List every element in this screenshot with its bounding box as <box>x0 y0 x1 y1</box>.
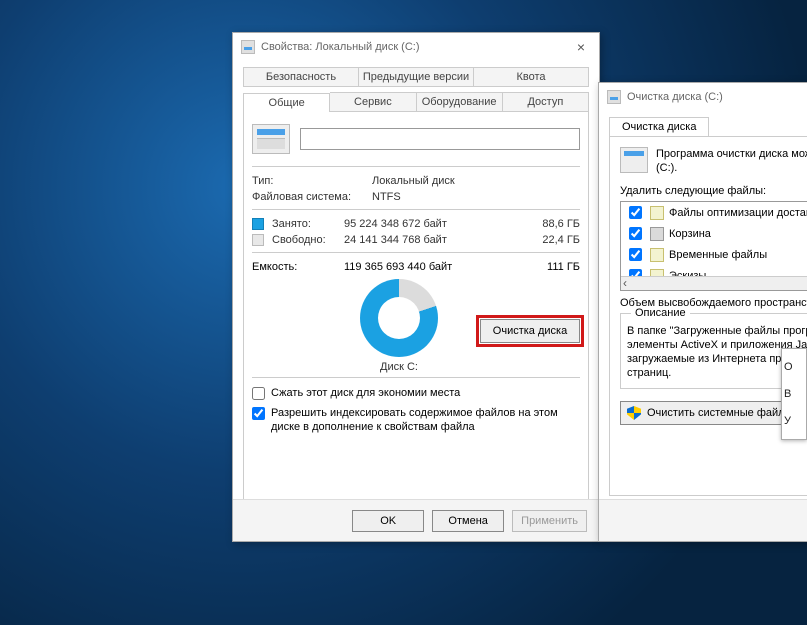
disk-properties-window: Свойства: Локальный диск (C:) × Безопасн… <box>232 32 600 542</box>
tab-quota[interactable]: Квота <box>474 67 589 87</box>
used-bytes: 95 224 348 672 байт <box>344 218 474 230</box>
description-body: В папке "Загруженные файлы программ" сох… <box>627 324 807 380</box>
clean-system-files-label: Очистить системные файлы <box>647 407 792 419</box>
file-icon <box>650 248 664 262</box>
titlebar[interactable]: Очистка диска (C:) <box>599 83 807 111</box>
compress-label: Сжать этот диск для экономии места <box>271 386 460 400</box>
drive-large-icon <box>252 124 290 154</box>
cleanup-intro: Программа очистки диска может освободить… <box>656 147 807 175</box>
tab-previous-versions[interactable]: Предыдущие версии <box>359 67 474 87</box>
drive-icon <box>607 90 621 104</box>
index-checkbox-row[interactable]: Разрешить индексировать содержимое файло… <box>252 406 580 434</box>
close-icon[interactable]: × <box>571 39 591 55</box>
tabs-row-bottom: Общие Сервис Оборудование Доступ <box>243 92 589 112</box>
delete-files-label: Удалить следующие файлы: <box>620 185 807 197</box>
type-label: Тип: <box>252 175 372 187</box>
list-item-label: Корзина <box>669 228 711 240</box>
tab-general[interactable]: Общие <box>243 93 330 112</box>
list-item-checkbox[interactable] <box>629 206 642 219</box>
cleanup-pane: Программа очистки диска может освободить… <box>609 136 807 496</box>
tabs-row-top: Безопасность Предыдущие версии Квота <box>243 67 589 87</box>
menu-item-partial[interactable]: В <box>784 388 804 400</box>
free-label: Свободно: <box>272 234 338 246</box>
window-title: Свойства: Локальный диск (C:) <box>261 41 420 53</box>
uac-shield-icon <box>627 406 641 420</box>
cancel-button[interactable]: Отмена <box>432 510 504 532</box>
dialog-button-bar: OK Отмена Применить <box>233 499 599 541</box>
compress-checkbox[interactable] <box>252 387 265 400</box>
list-item[interactable]: Корзина <box>621 223 807 244</box>
list-item-label: Файлы оптимизации доставки <box>669 207 807 219</box>
list-item-checkbox[interactable] <box>629 227 642 240</box>
free-gb: 22,4 ГБ <box>480 234 580 246</box>
description-group: Описание В папке "Загруженные файлы прог… <box>620 313 807 389</box>
disk-cleanup-button[interactable]: Очистка диска <box>480 319 580 343</box>
ok-button[interactable]: OK <box>352 510 424 532</box>
index-label: Разрешить индексировать содержимое файло… <box>271 406 580 434</box>
list-item[interactable]: Файлы оптимизации доставки <box>621 202 807 223</box>
list-item-label: Временные файлы <box>669 249 767 261</box>
file-icon <box>650 206 664 220</box>
window-title: Очистка диска (C:) <box>627 91 723 103</box>
tab-cleanup[interactable]: Очистка диска <box>609 117 709 136</box>
usage-donut <box>360 279 438 357</box>
dialog-button-bar <box>599 499 807 541</box>
list-item-checkbox[interactable] <box>629 248 642 261</box>
menu-item-partial[interactable]: О <box>784 361 804 373</box>
cleanup-drive-icon <box>620 147 648 173</box>
type-value: Локальный диск <box>372 175 580 187</box>
fs-value: NTFS <box>372 191 580 203</box>
compress-checkbox-row[interactable]: Сжать этот диск для экономии места <box>252 386 580 400</box>
list-item[interactable]: Временные файлы <box>621 244 807 265</box>
used-gb: 88,6 ГБ <box>480 218 580 230</box>
drive-name-input[interactable] <box>300 128 580 150</box>
drive-icon <box>241 40 255 54</box>
capacity-bytes: 119 365 693 440 байт <box>344 261 478 273</box>
index-checkbox[interactable] <box>252 407 265 420</box>
fs-label: Файловая система: <box>252 191 372 203</box>
capacity-label: Емкость: <box>252 261 338 273</box>
context-menu-partial[interactable]: О В У <box>781 348 807 440</box>
capacity-gb: 111 ГБ <box>484 261 580 273</box>
disk-cleanup-window: Очистка диска (C:) Очистка диска Програм… <box>598 82 807 542</box>
general-pane: Тип: Локальный диск Файловая система: NT… <box>243 112 589 504</box>
tab-service[interactable]: Сервис <box>330 92 416 111</box>
tab-security[interactable]: Безопасность <box>243 67 359 87</box>
free-swatch <box>252 234 264 246</box>
used-label: Занято: <box>272 218 338 230</box>
files-list[interactable]: Файлы оптимизации доставки Корзина Временн… <box>620 201 807 291</box>
description-title: Описание <box>631 306 690 320</box>
list-scrollbar[interactable] <box>621 276 807 290</box>
recycle-bin-icon <box>650 227 664 241</box>
free-bytes: 24 141 344 768 байт <box>344 234 474 246</box>
menu-item-partial[interactable]: У <box>784 415 804 427</box>
apply-button[interactable]: Применить <box>512 510 587 532</box>
used-swatch <box>252 218 264 230</box>
donut-caption: Диск C: <box>380 361 418 373</box>
tab-hardware[interactable]: Оборудование <box>417 92 503 111</box>
tab-access[interactable]: Доступ <box>503 92 589 111</box>
clean-system-files-button[interactable]: Очистить системные файлы <box>620 401 800 425</box>
titlebar[interactable]: Свойства: Локальный диск (C:) × <box>233 33 599 61</box>
